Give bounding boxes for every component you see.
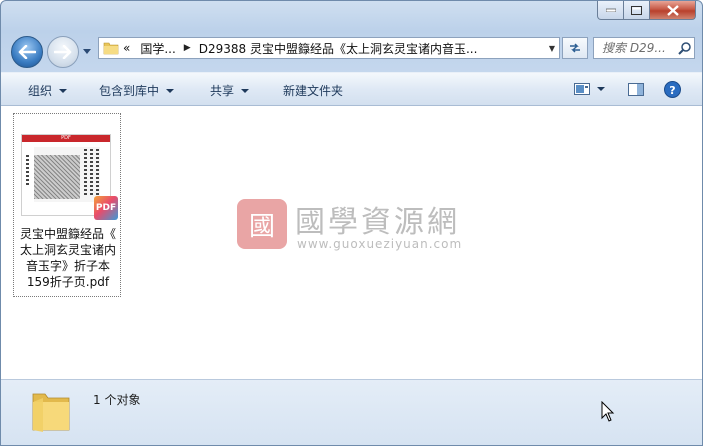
watermark-url: www.guoxueziyuan.com xyxy=(297,237,463,251)
include-in-library-menu[interactable]: 包含到库中 xyxy=(99,82,175,99)
thumbnail-header: PDF xyxy=(22,135,110,142)
close-button[interactable] xyxy=(650,1,696,20)
breadcrumb-overflow[interactable]: « xyxy=(123,41,130,55)
watermark: 國 國學資源網 www.guoxueziyuan.com xyxy=(237,199,467,257)
refresh-button[interactable] xyxy=(562,37,588,59)
file-name-line: 音玉字》折子本 xyxy=(25,259,110,273)
thumbnail-text-column xyxy=(90,149,93,197)
breadcrumb-separator-icon[interactable]: ▶ xyxy=(184,43,191,53)
magnifier-icon[interactable] xyxy=(678,41,691,55)
back-button[interactable] xyxy=(11,36,43,68)
folder-icon xyxy=(103,42,119,55)
thumbnail-text-column xyxy=(96,149,99,197)
preview-pane-icon xyxy=(628,83,644,96)
breadcrumb-item[interactable]: D29388 灵宝中盟籙经品《太上洞玄灵宝诸内音玉... xyxy=(199,40,478,57)
preview-pane-button[interactable] xyxy=(628,83,644,96)
file-list-pane[interactable]: PDF PDF 灵宝中盟籙经品《 太上洞玄灵宝诸内 音玉字》折子本 159折子页… xyxy=(1,106,702,379)
caret-down-icon xyxy=(241,88,250,93)
help-icon: ? xyxy=(664,81,681,98)
minimize-icon xyxy=(605,8,616,12)
thumbnail-text-column xyxy=(84,149,87,197)
share-label: 共享 xyxy=(210,84,235,98)
file-name-line: 灵宝中盟籙经品《 xyxy=(19,227,116,241)
maximize-button[interactable] xyxy=(624,1,650,20)
file-name-label: 灵宝中盟籙经品《 太上洞玄灵宝诸内 音玉字》折子本 159折子页.pdf xyxy=(14,226,122,290)
breadcrumb-item[interactable]: 国学... xyxy=(140,40,175,57)
maximize-icon xyxy=(631,5,642,15)
address-bar-row: « 国学... ▶ D29388 灵宝中盟籙经品《太上洞玄灵宝诸内音玉... ▼ xyxy=(1,32,702,68)
new-folder-label: 新建文件夹 xyxy=(283,84,344,98)
share-menu[interactable]: 共享 xyxy=(210,82,250,99)
refresh-icon xyxy=(570,43,580,53)
pdf-icon: PDF xyxy=(94,196,118,220)
caret-down-icon xyxy=(59,88,68,93)
organize-label: 组织 xyxy=(28,84,53,98)
close-icon xyxy=(666,4,679,16)
folder-icon xyxy=(32,393,70,432)
thumbnail-illustration xyxy=(34,155,80,199)
item-count-text: 1 个对象 xyxy=(93,393,141,407)
watermark-seal: 國 xyxy=(237,199,287,249)
thumbnail-text-column xyxy=(26,155,29,185)
command-bar: 组织 包含到库中 共享 新建文件夹 ? xyxy=(1,72,702,106)
forward-arrow-icon xyxy=(54,45,72,59)
search-input[interactable] xyxy=(594,41,678,55)
address-dropdown-icon[interactable]: ▼ xyxy=(549,44,555,53)
caret-down-icon xyxy=(166,88,175,93)
details-pane: 1 个对象 xyxy=(1,379,702,445)
chevron-down-icon xyxy=(83,48,91,54)
view-options-icon xyxy=(574,83,590,95)
back-arrow-icon xyxy=(18,45,36,59)
include-in-library-label: 包含到库中 xyxy=(99,84,160,98)
view-options-button[interactable] xyxy=(574,83,605,95)
caption-buttons xyxy=(597,1,696,21)
new-folder-button[interactable]: 新建文件夹 xyxy=(283,82,343,99)
caret-down-icon xyxy=(597,87,605,91)
search-box[interactable] xyxy=(593,37,695,59)
mouse-cursor-icon xyxy=(601,401,615,422)
minimize-button[interactable] xyxy=(597,1,624,20)
file-item-pdf[interactable]: PDF PDF 灵宝中盟籙经品《 太上洞玄灵宝诸内 音玉字》折子本 159折子页… xyxy=(13,113,121,297)
organize-menu[interactable]: 组织 xyxy=(28,82,68,99)
watermark-title: 國學資源網 xyxy=(295,205,460,240)
address-field[interactable]: « 国学... ▶ D29388 灵宝中盟籙经品《太上洞玄灵宝诸内音玉... ▼ xyxy=(98,37,560,59)
file-name-line: 159折子页.pdf xyxy=(26,275,110,289)
help-button[interactable]: ? xyxy=(664,81,681,98)
svg-text:?: ? xyxy=(669,84,675,97)
file-name-line: 太上洞玄灵宝诸内 xyxy=(19,243,116,257)
forward-button[interactable] xyxy=(47,36,79,68)
recent-pages-button[interactable] xyxy=(81,45,93,57)
explorer-window: « 国学... ▶ D29388 灵宝中盟籙经品《太上洞玄灵宝诸内音玉... ▼… xyxy=(0,0,703,446)
